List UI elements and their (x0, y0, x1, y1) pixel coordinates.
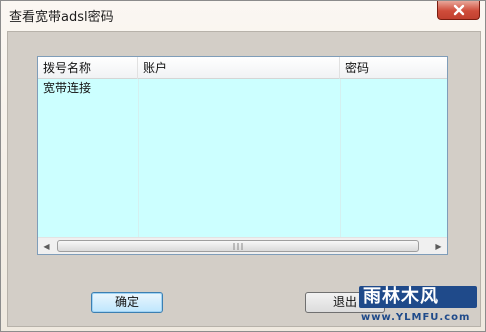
column-header-password[interactable]: 密码 (340, 57, 447, 79)
column-header-dial-name[interactable]: 拨号名称 (38, 57, 138, 79)
horizontal-scrollbar[interactable]: ◀ ▶ (38, 237, 447, 254)
site-watermark: 雨林木风 www.YLMFU.com (349, 270, 485, 332)
list-row[interactable]: 宽带连接 (38, 79, 447, 97)
close-icon (453, 4, 464, 16)
column-header-account[interactable]: 账户 (138, 57, 340, 79)
scroll-left-arrow-icon[interactable]: ◀ (38, 238, 55, 254)
ok-button[interactable]: 确定 (91, 292, 163, 313)
close-button[interactable] (437, 1, 480, 20)
connection-list[interactable]: 拨号名称 账户 密码 宽带连接 ◀ ▶ (37, 56, 448, 255)
scroll-right-arrow-icon[interactable]: ▶ (430, 238, 447, 254)
cell-password (340, 79, 345, 97)
dialog-window: 查看宽带adsl密码 拨号名称 账户 密码 宽带连接 ◀ ▶ 确定 退出 雨林木… (0, 0, 486, 332)
scroll-thumb[interactable] (57, 240, 419, 252)
watermark-url: www.YLMFU.com (361, 312, 471, 323)
cell-dial-name: 宽带连接 (43, 81, 92, 95)
column-divider (340, 79, 341, 237)
column-divider (138, 79, 139, 237)
title-bar[interactable]: 查看宽带adsl密码 (1, 1, 485, 29)
window-title: 查看宽带adsl密码 (9, 10, 114, 25)
list-header: 拨号名称 账户 密码 (38, 57, 447, 79)
watermark-logo-text: 雨林木风 (363, 286, 439, 307)
cell-account (138, 79, 143, 97)
scroll-grip-icon (233, 243, 243, 250)
